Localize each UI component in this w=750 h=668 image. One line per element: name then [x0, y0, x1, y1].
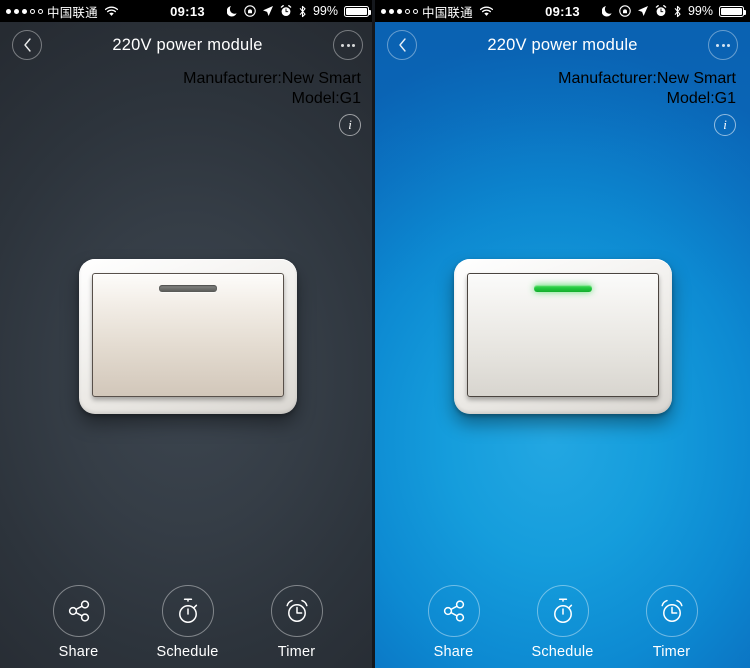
schedule-button[interactable]: [161, 585, 214, 637]
page-title: 220V power module: [487, 35, 638, 54]
alarm-clock-icon: [655, 5, 667, 17]
share-nodes-icon: [441, 598, 467, 624]
info-button[interactable]: i: [339, 114, 361, 136]
rotation-lock-icon: [619, 5, 631, 17]
bluetooth-icon: [673, 5, 682, 18]
rotation-lock-icon: [244, 5, 256, 17]
panel-divider: [372, 0, 375, 668]
page-header: 220V power module Manufacturer:New Smart…: [0, 22, 375, 137]
timer-label: Timer: [277, 644, 316, 660]
back-button[interactable]: [12, 30, 42, 60]
toolbar-item-schedule[interactable]: Schedule: [145, 585, 231, 660]
timer-label: Timer: [652, 644, 691, 660]
bluetooth-icon: [298, 5, 307, 18]
device-meta: Manufacturer:New Smart Model:G1 i: [0, 68, 375, 136]
battery-full-icon: [344, 5, 371, 17]
share-button[interactable]: [52, 585, 105, 637]
switch-display-area: [375, 115, 750, 558]
share-label: Share: [58, 644, 99, 660]
chevron-left-icon: [397, 37, 408, 53]
chevron-left-icon: [22, 37, 33, 53]
share-nodes-icon: [66, 598, 92, 624]
device-screen-on: 中国联通 09:13 99% 220V power module Manufac…: [375, 0, 750, 668]
alarm-clock-icon: [283, 597, 311, 625]
status-bar-right: 99%: [601, 4, 746, 18]
moon-icon: [601, 5, 613, 17]
navigation-bar: 220V power module: [0, 22, 375, 68]
toolbar-item-timer[interactable]: Timer: [254, 585, 340, 660]
signal-strength-icon: [381, 8, 418, 14]
status-bar: 中国联通 09:13 99%: [0, 0, 375, 22]
schedule-label: Schedule: [156, 644, 219, 660]
model-line: Model:G1: [291, 90, 361, 107]
power-switch-on[interactable]: [453, 259, 672, 414]
navigation-bar: 220V power module: [375, 22, 750, 68]
info-button[interactable]: i: [714, 114, 736, 136]
status-bar-left: 中国联通: [6, 2, 119, 21]
switch-display-area: [0, 115, 375, 558]
stopwatch-icon: [550, 597, 576, 625]
device-screen-off: 中国联通 09:13 99% 220V power module Manufac…: [0, 0, 375, 668]
more-options-button[interactable]: [708, 30, 738, 60]
carrier-name: 中国联通: [47, 5, 98, 20]
page-header: 220V power module Manufacturer:New Smart…: [375, 22, 750, 137]
page-title: 220V power module: [112, 35, 263, 54]
toolbar-item-schedule[interactable]: Schedule: [520, 585, 606, 660]
stopwatch-icon: [175, 597, 201, 625]
timer-button[interactable]: [645, 585, 698, 637]
bottom-toolbar: Share Schedule Timer: [375, 585, 750, 660]
carrier-name: 中国联通: [422, 5, 473, 20]
share-label: Share: [433, 644, 474, 660]
alarm-clock-icon: [658, 597, 686, 625]
battery-percent: 99%: [312, 4, 338, 18]
timer-button[interactable]: [270, 585, 323, 637]
device-meta: Manufacturer:New Smart Model:G1 i: [375, 68, 750, 136]
status-bar-left: 中国联通: [381, 2, 494, 21]
led-indicator-off: [158, 285, 217, 292]
share-button[interactable]: [427, 585, 480, 637]
toolbar-item-timer[interactable]: Timer: [629, 585, 715, 660]
dual-screenshot-stage: 中国联通 09:13 99% 220V power module Manufac…: [0, 0, 750, 668]
more-options-button[interactable]: [333, 30, 363, 60]
wifi-icon: [479, 6, 494, 17]
manufacturer-line: Manufacturer:New Smart: [558, 70, 736, 87]
signal-strength-icon: [6, 8, 43, 14]
power-switch-off[interactable]: [78, 259, 297, 414]
battery-full-icon: [719, 5, 746, 17]
schedule-label: Schedule: [531, 644, 594, 660]
switch-rocker[interactable]: [466, 273, 659, 397]
more-dots-icon: [341, 43, 355, 47]
manufacturer-line: Manufacturer:New Smart: [183, 70, 361, 87]
switch-rocker[interactable]: [91, 273, 284, 397]
toolbar-item-share[interactable]: Share: [36, 585, 122, 660]
location-arrow-icon: [637, 5, 649, 17]
led-indicator-on: [533, 285, 592, 292]
battery-percent: 99%: [687, 4, 713, 18]
status-bar: 中国联通 09:13 99%: [375, 0, 750, 22]
wifi-icon: [104, 6, 119, 17]
alarm-clock-icon: [280, 5, 292, 17]
bottom-toolbar: Share Schedule Timer: [0, 585, 375, 660]
back-button[interactable]: [387, 30, 417, 60]
more-dots-icon: [716, 43, 730, 47]
model-line: Model:G1: [666, 90, 736, 107]
toolbar-item-share[interactable]: Share: [411, 585, 497, 660]
status-bar-right: 99%: [226, 4, 371, 18]
moon-icon: [226, 5, 238, 17]
schedule-button[interactable]: [536, 585, 589, 637]
location-arrow-icon: [262, 5, 274, 17]
